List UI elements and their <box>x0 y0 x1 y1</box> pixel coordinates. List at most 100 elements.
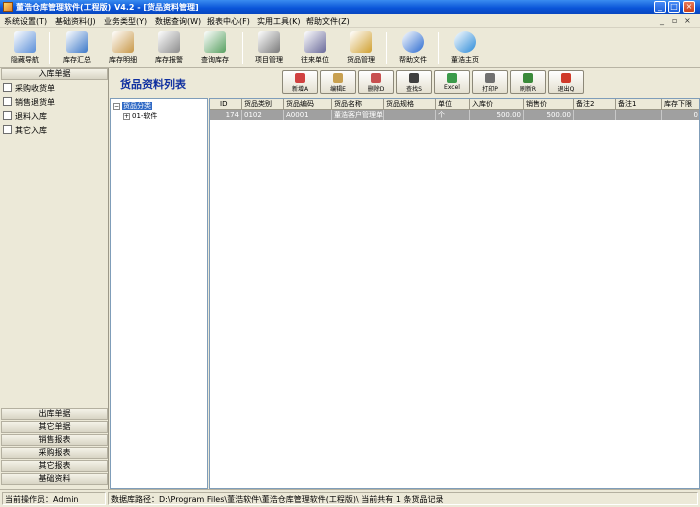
minimize-button[interactable]: _ <box>654 1 666 13</box>
column-header-remark1[interactable]: 备注1 <box>616 99 662 110</box>
refresh-button[interactable]: 刷新R <box>510 70 546 94</box>
hide-navigation-button[interactable]: 隐藏导航 <box>4 30 46 66</box>
menu-business-type[interactable]: 业务类型(Y) <box>104 16 147 27</box>
close-button[interactable]: × <box>683 1 695 13</box>
toolbar-separator <box>438 32 439 64</box>
box-icon <box>112 31 134 53</box>
add-icon <box>295 73 305 83</box>
column-header-sales-price[interactable]: 销售价 <box>524 99 574 110</box>
sidebar-header-other-report[interactable]: 其它报表 <box>1 460 108 472</box>
menu-data-query[interactable]: 数据查询(W) <box>155 16 201 27</box>
goods-icon <box>350 31 372 53</box>
sidebar-header-purchase-report[interactable]: 采购报表 <box>1 447 108 459</box>
homepage-icon <box>454 31 476 53</box>
app-icon <box>3 2 13 12</box>
goods-table: ID 货品类别 货品编码 货品名称 货品规格 单位 入库价 销售价 备注2 备注… <box>209 98 700 489</box>
cell-name: 董浩客户管理单机版 <box>334 110 384 120</box>
exit-button[interactable]: 退出Q <box>548 70 584 94</box>
excel-export-button[interactable]: Excel <box>434 70 470 94</box>
goods-list-panel: 货品资料列表 新增A 编辑E 删除D 查找S Excel 打印P 刷新R 退出Q… <box>110 68 700 489</box>
column-header-remark2[interactable]: 备注2 <box>574 99 616 110</box>
column-header-category[interactable]: 货品类别 <box>242 99 284 110</box>
sidebar-item-purchase-receipt[interactable]: 采购收货单 <box>3 83 55 95</box>
column-header-purchase-price[interactable]: 入库价 <box>470 99 524 110</box>
table-header: ID 货品类别 货品编码 货品名称 货品规格 单位 入库价 销售价 备注2 备注… <box>210 99 699 110</box>
contacts-button[interactable]: 往来单位 <box>294 30 336 66</box>
menu-utilities[interactable]: 实用工具(K) <box>257 16 301 27</box>
menu-basic-data[interactable]: 基础资料(J) <box>55 16 96 27</box>
toolbar-separator <box>242 32 243 64</box>
refresh-icon <box>523 73 533 83</box>
column-header-code[interactable]: 货品编码 <box>284 99 332 110</box>
sidebar-item-other-inbound[interactable]: 其它入库 <box>3 125 47 137</box>
status-database-path: 数据库路径：D:\Program Files\董浩软件\董浩仓库管理软件(工程版… <box>108 492 698 505</box>
document-icon <box>3 111 12 120</box>
maximize-button[interactable]: □ <box>668 1 680 13</box>
status-operator: 当前操作员：Admin <box>2 492 106 505</box>
sidebar-item-sales-return[interactable]: 销售退货单 <box>3 97 55 109</box>
tree-root-node[interactable]: − 货品分类 <box>113 101 152 111</box>
cell-spec <box>384 110 436 120</box>
window-title: 董浩仓库管理软件(工程版) V4.2 - [货品资料管理] <box>16 3 199 12</box>
excel-icon <box>447 73 457 83</box>
find-button[interactable]: 查找S <box>396 70 432 94</box>
status-bar: 当前操作员：Admin 数据库路径：D:\Program Files\董浩软件\… <box>0 489 700 507</box>
cell-id: 174 <box>218 110 242 120</box>
menu-report-center[interactable]: 报表中心(F) <box>207 16 250 27</box>
menu-bar: 系统设置(T) 基础资料(J) 业务类型(Y) 数据查询(W) 报表中心(F) … <box>0 14 700 28</box>
exit-icon <box>561 73 571 83</box>
column-header-unit[interactable]: 单位 <box>436 99 470 110</box>
mdi-close-button[interactable]: × <box>684 16 691 25</box>
column-header-spec[interactable]: 货品规格 <box>384 99 436 110</box>
column-header-min-stock[interactable]: 库存下限 <box>662 99 699 110</box>
column-header-id[interactable]: ID <box>218 99 242 110</box>
sidebar-header-inbound[interactable]: 入库单据 <box>1 68 108 80</box>
cell-sales-price: 500.00 <box>524 110 574 120</box>
toolbar-separator <box>49 32 50 64</box>
cell-code: A0001 <box>284 110 332 120</box>
pie-chart-icon <box>66 31 88 53</box>
add-button[interactable]: 新增A <box>282 70 318 94</box>
cell-remark1 <box>616 110 662 120</box>
sidebar-header-basic-data[interactable]: 基础资料 <box>1 473 108 485</box>
project-management-button[interactable]: 项目管理 <box>248 30 290 66</box>
inventory-query-icon <box>204 31 226 53</box>
help-icon <box>402 31 424 53</box>
edit-button[interactable]: 编辑E <box>320 70 356 94</box>
sidebar-header-other-docs[interactable]: 其它单据 <box>1 421 108 433</box>
title-bar: 董浩仓库管理软件(工程版) V4.2 - [货品资料管理] _ □ × <box>0 0 700 14</box>
document-icon <box>3 83 12 92</box>
sidebar-item-material-return[interactable]: 退料入库 <box>3 111 47 123</box>
goods-management-button[interactable]: 货品管理 <box>340 30 382 66</box>
inventory-alarm-button[interactable]: 库存报警 <box>148 30 190 66</box>
find-icon <box>409 73 419 83</box>
delete-icon <box>371 73 381 83</box>
sidebar-header-outbound[interactable]: 出库单据 <box>1 408 108 420</box>
menu-help[interactable]: 帮助文件(Z) <box>306 16 350 27</box>
menu-system-settings[interactable]: 系统设置(T) <box>4 16 47 27</box>
collapse-icon[interactable]: − <box>113 103 120 110</box>
cell-purchase-price: 500.00 <box>470 110 524 120</box>
alarm-icon <box>158 31 180 53</box>
expand-icon[interactable]: + <box>123 113 130 120</box>
inventory-summary-button[interactable]: 库存汇总 <box>56 30 98 66</box>
tree-node-software[interactable]: +01-软件 <box>123 111 157 121</box>
delete-button[interactable]: 删除D <box>358 70 394 94</box>
mdi-minimize-button[interactable]: _ <box>660 16 664 25</box>
column-header-name[interactable]: 货品名称 <box>332 99 384 110</box>
edit-icon <box>333 73 343 83</box>
category-tree: − 货品分类 +01-软件 <box>110 98 208 489</box>
project-icon <box>258 31 280 53</box>
print-button[interactable]: 打印P <box>472 70 508 94</box>
contacts-icon <box>304 31 326 53</box>
sidebar-header-sales-report[interactable]: 销售报表 <box>1 434 108 446</box>
table-row[interactable]: 174 0102 A0001 董浩客户管理单机版 个 500.00 500.00… <box>210 110 699 120</box>
main-toolbar: 隐藏导航 库存汇总 库存明细 库存报警 查询库存 项目管理 往来单位 货品管理 … <box>0 28 700 68</box>
toolbar-separator <box>386 32 387 64</box>
mdi-restore-button[interactable]: ▫ <box>672 16 677 25</box>
navigation-icon <box>14 31 36 53</box>
help-file-button[interactable]: 帮助文件 <box>392 30 434 66</box>
homepage-button[interactable]: 董浩主页 <box>444 30 486 66</box>
query-inventory-button[interactable]: 查询库存 <box>194 30 236 66</box>
inventory-detail-button[interactable]: 库存明细 <box>102 30 144 66</box>
